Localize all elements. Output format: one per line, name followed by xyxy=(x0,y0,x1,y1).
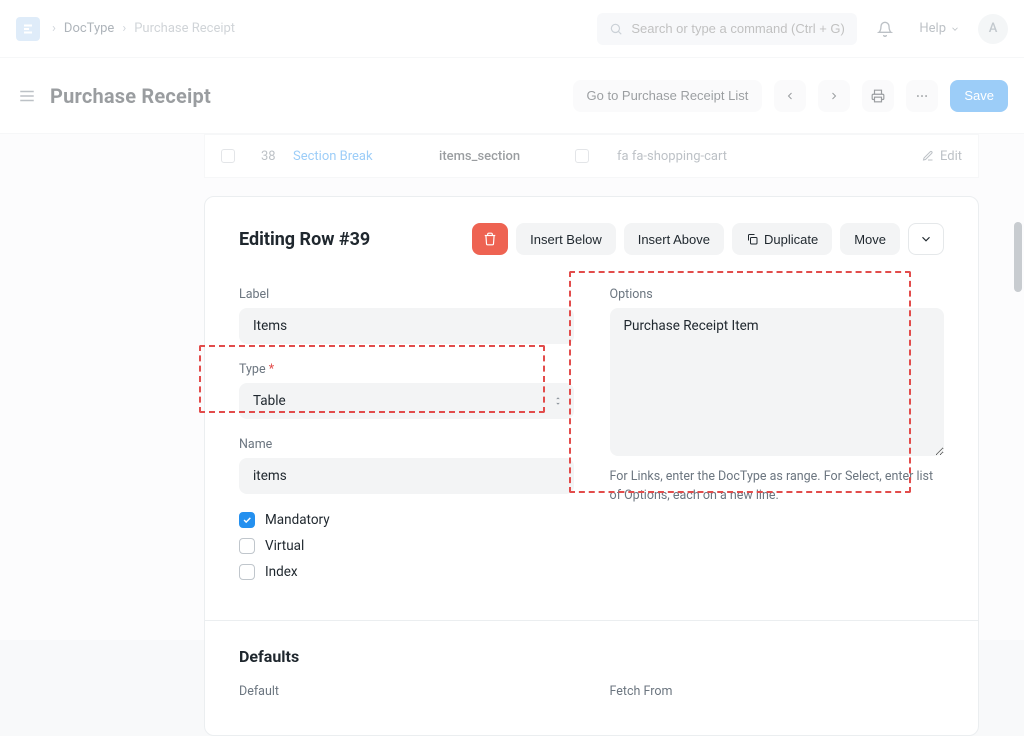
chevron-down-icon xyxy=(919,232,933,246)
trash-icon xyxy=(483,232,497,246)
sidebar-toggle[interactable] xyxy=(16,85,38,107)
row-options: fa fa-shopping-cart xyxy=(607,149,771,164)
copy-icon xyxy=(746,233,758,245)
next-button[interactable] xyxy=(818,80,850,112)
chevron-left-icon xyxy=(784,90,796,102)
top-navbar: › DocType › Purchase Receipt Help A xyxy=(0,0,1024,58)
checkbox-empty-icon xyxy=(239,564,255,580)
row-type: Section Break xyxy=(283,149,429,164)
search-icon xyxy=(609,22,623,36)
row-mandatory-checkbox[interactable] xyxy=(575,149,589,163)
bell-icon xyxy=(877,21,893,37)
row-editor-card: Editing Row #39 Insert Below Insert Abov… xyxy=(204,196,979,736)
scrollbar-thumb[interactable] xyxy=(1014,222,1022,292)
default-field-label: Default xyxy=(239,684,574,699)
insert-below-button[interactable]: Insert Below xyxy=(516,223,616,255)
page-title: Purchase Receipt xyxy=(50,84,211,108)
chevron-right-icon: › xyxy=(52,21,56,36)
notifications-button[interactable] xyxy=(869,13,901,45)
breadcrumb: › DocType › Purchase Receipt xyxy=(52,21,235,36)
duplicate-button[interactable]: Duplicate xyxy=(732,223,832,255)
row-edit-link[interactable]: Edit xyxy=(771,149,978,164)
user-avatar[interactable]: A xyxy=(978,14,1008,44)
type-select[interactable] xyxy=(239,383,574,419)
search-input[interactable] xyxy=(631,21,845,36)
app-logo[interactable] xyxy=(16,17,40,41)
collapse-button[interactable] xyxy=(908,223,944,255)
mandatory-checkbox-row[interactable]: Mandatory xyxy=(239,512,574,528)
options-help-text: For Links, enter the DocType as range. F… xyxy=(610,468,945,506)
print-button[interactable] xyxy=(862,80,894,112)
more-button[interactable] xyxy=(906,80,938,112)
help-label: Help xyxy=(919,21,946,36)
printer-icon xyxy=(871,89,885,103)
delete-row-button[interactable] xyxy=(472,223,508,255)
virtual-checkbox-row[interactable]: Virtual xyxy=(239,538,574,554)
fetch-from-field-label: Fetch From xyxy=(610,684,945,699)
card-title: Editing Row #39 xyxy=(239,229,472,250)
label-field-label: Label xyxy=(239,287,574,302)
type-field-label: Type * xyxy=(239,362,574,377)
virtual-label: Virtual xyxy=(265,538,304,554)
index-label: Index xyxy=(265,564,298,580)
global-search[interactable] xyxy=(597,13,857,45)
duplicate-label: Duplicate xyxy=(764,232,818,247)
save-button[interactable]: Save xyxy=(950,80,1008,112)
index-checkbox-row[interactable]: Index xyxy=(239,564,574,580)
checkbox-checked-icon xyxy=(239,512,255,528)
breadcrumb-doctype[interactable]: DocType xyxy=(64,21,114,36)
name-input[interactable] xyxy=(239,458,574,494)
chevron-right-icon xyxy=(828,90,840,102)
dots-icon xyxy=(915,89,929,103)
name-field-label: Name xyxy=(239,437,574,452)
defaults-section-title: Defaults xyxy=(239,647,944,666)
chevron-down-icon xyxy=(950,24,960,34)
checkbox-empty-icon xyxy=(239,538,255,554)
prev-button[interactable] xyxy=(774,80,806,112)
row-fieldname: items_section xyxy=(429,149,557,164)
select-caret-icon xyxy=(554,396,562,406)
edit-icon xyxy=(922,150,934,162)
move-button[interactable]: Move xyxy=(840,223,900,255)
row-checkbox[interactable] xyxy=(221,149,235,163)
row-number: 38 xyxy=(251,149,283,164)
options-textarea[interactable] xyxy=(610,308,945,456)
options-field-label: Options xyxy=(610,287,945,302)
help-dropdown[interactable]: Help xyxy=(913,13,966,45)
breadcrumb-current: Purchase Receipt xyxy=(134,21,235,36)
menu-icon xyxy=(18,87,36,105)
row-edit-label: Edit xyxy=(940,149,962,164)
go-to-list-button[interactable]: Go to Purchase Receipt List xyxy=(573,80,763,112)
insert-above-button[interactable]: Insert Above xyxy=(624,223,724,255)
page-header: Purchase Receipt Go to Purchase Receipt … xyxy=(0,58,1024,134)
label-input[interactable] xyxy=(239,308,574,344)
table-row[interactable]: 38 Section Break items_section fa fa-sho… xyxy=(204,134,979,178)
chevron-right-icon: › xyxy=(122,21,126,36)
mandatory-label: Mandatory xyxy=(265,512,330,528)
